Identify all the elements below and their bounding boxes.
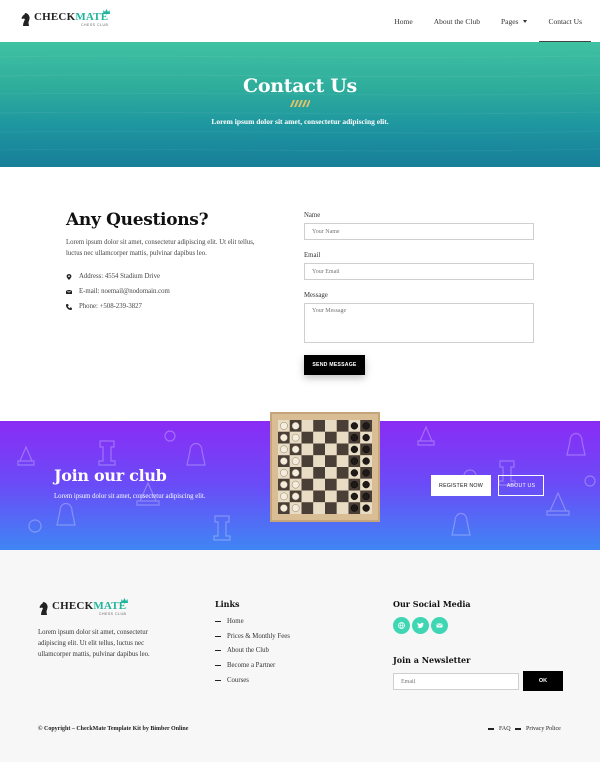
main-nav: Home About the Club Pages Contact Us [394,0,591,42]
faq-label: FAQ [499,726,511,732]
register-now-button[interactable]: REGISTER NOW [431,475,491,496]
copyright-text: © Copyright – CheckMate Template Kit by … [38,726,189,732]
nav-home-label: Home [394,16,413,26]
globe-glyph [398,622,405,629]
address-text: Address: 4554 Stadium Drive [79,273,160,280]
privacy-link[interactable]: Privacy Police [515,726,561,732]
message-label: Message [304,292,328,299]
newsletter-heading: Join a Newsletter [393,655,471,665]
newsletter-ok-button[interactable]: OK [523,671,563,691]
footer-link-label: Courses [227,677,249,684]
logo-subtitle: CHESS CLUB [80,23,109,27]
nav-about-label: About the Club [433,16,480,26]
page-subtitle: Lorem ipsum dolor sit amet, consectetur … [211,117,389,126]
privacy-label: Privacy Police [526,726,561,732]
footer-logo-subtitle: CHESS CLUB [98,612,127,616]
faq-link[interactable]: FAQ [488,726,511,732]
dash-icon [488,728,494,730]
chessboard-image [270,412,380,522]
footer-link-partner[interactable]: Become a Partner [215,662,275,669]
footer-logo[interactable]: CHECKMATE CHESS CLUB [38,598,129,616]
crown-icon [121,598,129,603]
dash-icon [215,620,221,623]
footer-about-text: Lorem ipsum dolor sit amet, consectetur … [38,629,150,658]
join-text: Lorem ipsum dolor sit amet, consectetur … [54,493,206,500]
about-us-button[interactable]: ABOUT US [498,475,544,496]
join-title: Join our club [54,466,167,485]
mail-icon[interactable] [431,617,448,634]
nav-pages-label: Pages [500,16,519,26]
footer-link-prices[interactable]: Prices & Monthly Fees [215,633,290,640]
dash-icon [215,664,221,667]
links-heading: Links [215,599,240,609]
site-logo[interactable]: CHECKMATE CHESS CLUB [20,9,111,27]
footer-link-about[interactable]: About the Club [215,647,269,654]
email-row: E-mail: noemail@nodomain.com [66,288,170,295]
name-label: Name [304,212,321,219]
footer-link-label: Home [227,618,244,625]
phone-icon [66,303,72,310]
dash-icon [215,679,221,682]
address-row: Address: 4554 Stadium Drive [66,273,160,280]
contact-heading: Any Questions? [66,210,209,230]
footer-link-label: Become a Partner [227,662,276,669]
message-field[interactable] [304,303,534,343]
site-header: CHECKMATE CHESS CLUB Home About the Club… [0,0,600,42]
page-title: Contact Us [243,75,357,97]
nav-item-home[interactable]: Home [394,0,412,42]
name-field[interactable] [304,223,534,240]
newsletter-email-field[interactable] [393,673,519,690]
footer-link-label: About the Club [227,647,269,654]
phone-text: Phone: +508-239-3827 [79,303,142,310]
social-heading: Our Social Media [393,599,471,609]
envelope-icon [66,289,72,294]
twitter-icon[interactable] [412,617,429,634]
email-text: E-mail: noemail@nodomain.com [79,288,170,295]
email-label: Email [304,252,321,259]
title-divider-icon [290,100,310,107]
send-message-button[interactable]: SEND MESSAGE [304,355,365,375]
footer-link-courses[interactable]: Courses [215,677,249,684]
dash-icon [515,728,521,730]
footer-link-home[interactable]: Home [215,618,244,625]
contact-description: Lorem ipsum dolor sit amet, consectetur … [66,239,255,257]
footer-link-label: Prices & Monthly Fees [227,633,290,640]
nav-item-contact[interactable]: Contact Us [539,0,591,42]
knight-icon [39,602,48,615]
email-field[interactable] [304,263,534,280]
phone-row: Phone: +508-239-3827 [66,303,142,310]
knight-icon [21,13,30,26]
dash-icon [215,635,221,638]
chevron-down-icon [523,19,528,23]
nav-contact-label: Contact Us [548,16,582,26]
nav-item-about[interactable]: About the Club [434,0,480,42]
globe-icon[interactable] [393,617,410,634]
footer-logo-check: CHECK [52,600,94,612]
map-pin-icon [66,273,72,280]
nav-item-pages[interactable]: Pages [501,0,528,42]
logo-check: CHECK [34,11,76,23]
mail-glyph [436,623,443,628]
dash-icon [215,649,221,652]
crown-icon [103,9,111,14]
twitter-glyph [417,622,424,629]
